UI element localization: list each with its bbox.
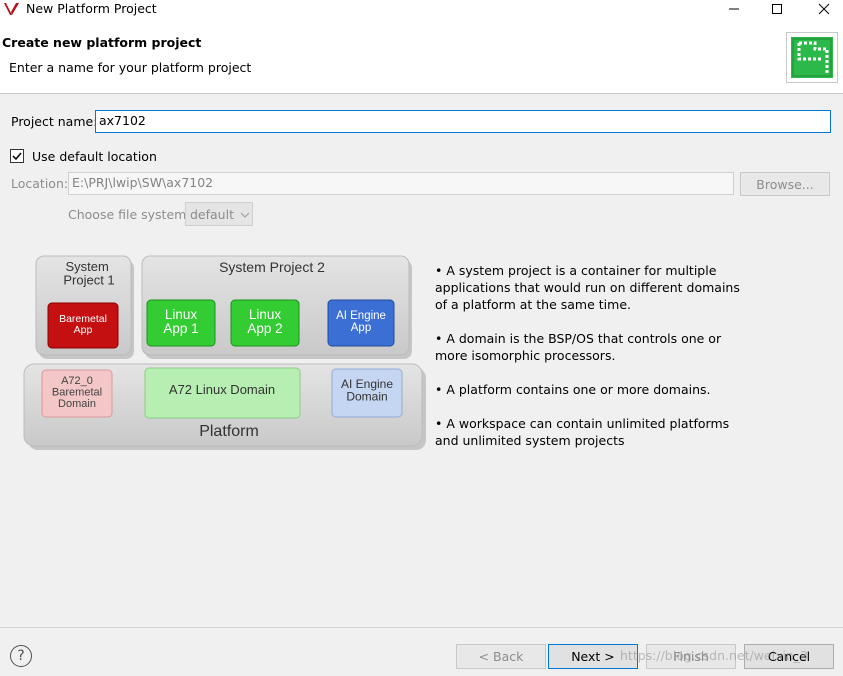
platform-text: Platform <box>199 423 259 440</box>
system-project-1-text: System Project 1 <box>63 259 114 288</box>
a72-linux-domain-text: A72 Linux Domain <box>169 382 275 397</box>
location-label: Location: <box>11 176 69 191</box>
chevron-down-icon <box>240 212 250 218</box>
page-description: Enter a name for your platform project <box>9 60 252 75</box>
platform-wizard-icon <box>786 32 838 83</box>
back-button[interactable]: < Back <box>456 644 546 669</box>
use-default-location-checkbox[interactable] <box>10 149 24 163</box>
watermark-text: https://blog.csdn.net/weixin_3 <box>620 648 809 663</box>
platform-diagram: System Project 1 System Project 2 Bareme… <box>23 255 426 450</box>
title-bar: New Platform Project <box>0 0 843 18</box>
linux-app-2-text: Linux App 2 <box>247 307 282 336</box>
project-name-label: Project name: <box>11 114 98 129</box>
location-input[interactable]: E:\PRJ\lwip\SW\ax7102 <box>68 172 734 195</box>
window-title: New Platform Project <box>26 1 157 16</box>
maximize-icon[interactable] <box>763 0 791 18</box>
vitis-logo-icon <box>4 3 19 15</box>
browse-button[interactable]: Browse... <box>740 172 830 196</box>
bullet-system-project: • A system project is a container for mu… <box>435 263 740 312</box>
linux-app-1-text: Linux App 1 <box>163 307 198 336</box>
bullet-platform: • A platform contains one or more domain… <box>435 382 711 397</box>
footer-separator <box>0 627 843 628</box>
system-project-2-text: System Project 2 <box>219 259 325 275</box>
file-system-select[interactable]: default <box>185 202 253 226</box>
bullet-workspace: • A workspace can contain unlimited plat… <box>435 416 730 448</box>
project-name-input[interactable]: ax7102 <box>95 110 831 133</box>
ai-engine-domain-text: AI Engine Domain <box>341 377 393 404</box>
page-title: Create new platform project <box>2 35 202 50</box>
help-icon[interactable]: ? <box>10 645 32 667</box>
file-system-label: Choose file system: <box>68 207 191 222</box>
use-default-location-label[interactable]: Use default location <box>32 149 157 164</box>
close-icon[interactable] <box>810 0 838 18</box>
minimize-icon[interactable] <box>720 0 748 18</box>
bullet-domain: • A domain is the BSP/OS that controls o… <box>435 331 722 363</box>
file-system-value: default <box>190 207 234 222</box>
wizard-header: Create new platform project Enter a name… <box>0 18 843 94</box>
checkmark-icon <box>12 152 22 161</box>
